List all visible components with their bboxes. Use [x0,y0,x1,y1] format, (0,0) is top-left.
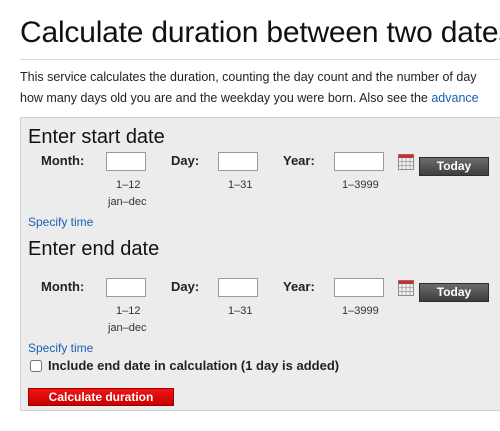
start-day-label: Day: [171,153,200,168]
start-today-button[interactable]: Today [419,157,489,176]
end-day-input[interactable] [218,278,258,297]
start-date-heading: Enter start date [28,126,165,148]
end-day-range-hint: 1–31 [228,305,253,317]
calendar-icon[interactable] [398,280,414,296]
end-year-range-hint: 1–3999 [342,305,379,317]
calendar-icon[interactable] [398,154,414,170]
start-year-label: Year: [283,153,315,168]
end-today-button[interactable]: Today [419,283,489,302]
end-year-label: Year: [283,279,315,294]
title-divider [20,59,500,60]
include-end-date-row: Include end date in calculation (1 day i… [30,358,339,373]
advanced-link[interactable]: advance [431,91,478,105]
start-day-input[interactable] [218,152,258,171]
start-month-range-hint: 1–12 [116,179,141,191]
end-date-heading: Enter end date [28,238,160,260]
start-year-input[interactable] [334,152,384,171]
end-month-label: Month: [41,279,85,294]
end-month-range-hint: 1–12 [116,305,141,317]
page-title: Calculate duration between two dates [20,16,500,49]
include-end-date-checkbox[interactable] [30,359,42,372]
intro-line-2: how many days old you are and the weekda… [20,88,500,109]
intro-text: This service calculates the duration, co… [20,67,500,109]
intro-line-1: This service calculates the duration, co… [20,70,477,84]
start-month-input[interactable] [106,152,146,171]
calculate-duration-button[interactable]: Calculate duration [28,388,174,406]
end-day-label: Day: [171,279,200,294]
start-month-label: Month: [41,153,85,168]
start-day-range-hint: 1–31 [228,179,253,191]
end-specify-time-link[interactable]: Specify time [28,341,93,355]
start-year-range-hint: 1–3999 [342,179,379,191]
intro-line-2-text: how many days old you are and the weekda… [20,91,432,105]
include-end-date-label: Include end date in calculation (1 day i… [48,358,340,373]
start-specify-time-link[interactable]: Specify time [28,215,93,229]
end-year-input[interactable] [334,278,384,297]
end-month-input[interactable] [106,278,146,297]
start-month-name-hint: jan–dec [108,196,147,208]
end-month-name-hint: jan–dec [108,322,147,334]
